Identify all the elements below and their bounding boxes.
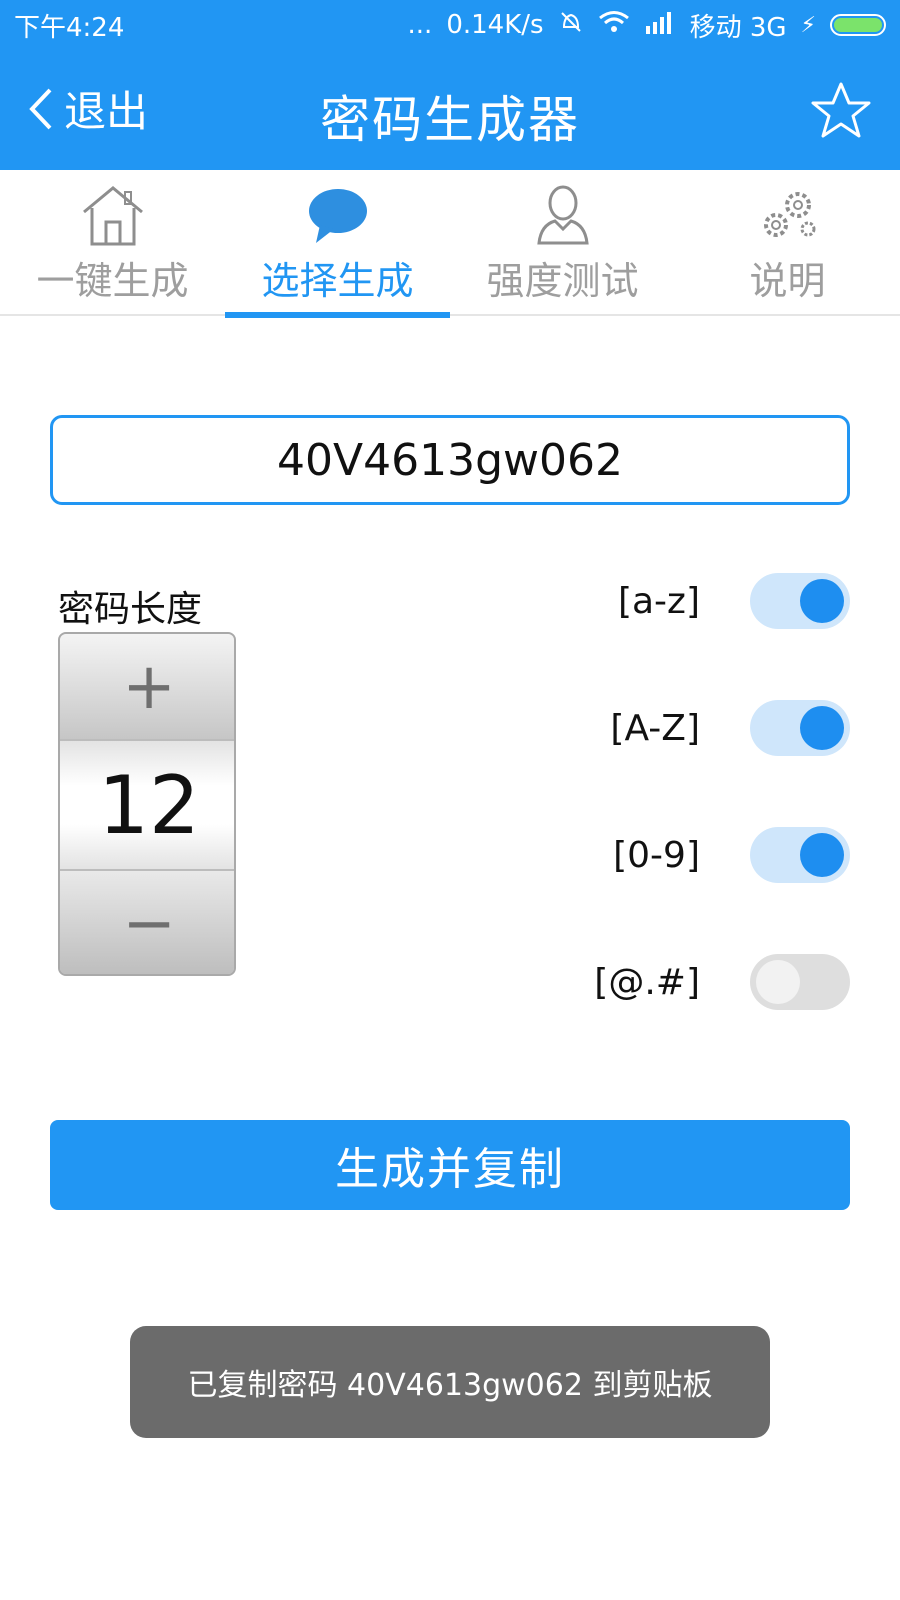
page-title: 密码生成器: [320, 91, 580, 149]
uppercase-toggle[interactable]: [750, 700, 850, 756]
tab-strength-test[interactable]: 强度测试: [450, 170, 675, 316]
tab-select[interactable]: 选择生成: [225, 170, 450, 318]
length-stepper: + 12 −: [58, 632, 236, 976]
signal-icon: [644, 10, 676, 41]
tab-label: 强度测试: [486, 259, 639, 303]
tab-bar: 一键生成 选择生成 强度测试 说明: [0, 170, 900, 318]
wifi-icon: [598, 9, 630, 42]
speech-bubble-icon: [308, 189, 367, 243]
decrement-button[interactable]: −: [60, 871, 234, 974]
option-label: [a-z]: [617, 580, 700, 622]
lowercase-toggle[interactable]: [750, 573, 850, 629]
battery-icon: [830, 14, 886, 36]
option-label: [A-Z]: [610, 707, 700, 749]
tab-label: 一键生成: [36, 259, 189, 303]
status-speed: 0.14K/s: [446, 10, 544, 40]
status-indicators: ... 0.14K/s 移动 3G ⚡: [408, 7, 886, 44]
length-value: 12: [60, 739, 234, 871]
status-time: 下午4:24: [14, 12, 125, 43]
tab-label: 选择生成: [261, 259, 414, 303]
status-carrier: 移动 3G: [689, 12, 787, 43]
charging-icon: ⚡: [800, 12, 816, 38]
status-dots: ...: [407, 10, 433, 40]
mute-icon: [558, 9, 584, 42]
tab-one-click[interactable]: 一键生成: [0, 170, 225, 316]
length-label: 密码长度: [58, 589, 203, 630]
increment-button[interactable]: +: [60, 634, 234, 739]
tab-help[interactable]: 说明: [675, 170, 900, 316]
tab-label: 说明: [749, 259, 826, 303]
gears-icon: [763, 192, 815, 237]
app-bar: 退出 密码生成器: [0, 50, 900, 170]
option-label: [@.#]: [594, 961, 700, 1003]
option-lowercase: [a-z]: [560, 566, 850, 636]
generate-copy-button[interactable]: 生成并复制: [50, 1120, 850, 1210]
option-digits: [0-9]: [560, 820, 850, 890]
symbols-toggle[interactable]: [750, 954, 850, 1010]
house-icon: [82, 186, 143, 246]
password-display[interactable]: 40V4613gw062: [50, 415, 850, 505]
copied-toast: 已复制密码 40V4613gw062 到剪贴板: [130, 1326, 770, 1438]
person-icon: [536, 185, 589, 245]
status-bar: 下午4:24 ... 0.14K/s 移动 3G ⚡: [0, 0, 900, 50]
option-label: [0-9]: [613, 834, 700, 876]
option-symbols: [@.#]: [560, 947, 850, 1017]
star-icon[interactable]: [810, 80, 872, 142]
option-uppercase: [A-Z]: [560, 693, 850, 763]
digits-toggle[interactable]: [750, 827, 850, 883]
